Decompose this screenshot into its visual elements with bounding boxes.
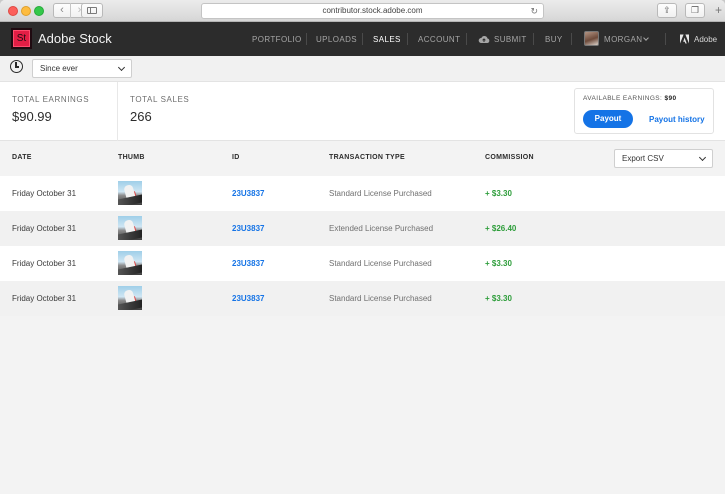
nav-submit[interactable]: SUBMIT [494,35,527,44]
row-id-link[interactable]: 23U3837 [232,294,264,303]
row-commission: + $3.30 [485,294,512,303]
payout-button[interactable]: Payout [583,110,633,128]
total-sales-value: 266 [130,109,152,124]
sidebar-toggle-button[interactable] [81,3,103,18]
date-range-value: Since ever [40,64,78,73]
total-earnings-value: $90.99 [12,109,52,124]
row-transaction-type: Standard License Purchased [329,259,432,268]
row-date: Friday October 31 [12,224,77,233]
nav-divider [306,33,307,45]
available-earnings: AVAILABLE EARNINGS: $90 [583,95,677,102]
table-row: Friday October 31 23U3837 Standard Licen… [0,176,725,211]
filter-bar: Since ever [0,56,725,81]
column-date[interactable]: DATE [12,154,32,161]
row-transaction-type: Extended License Purchased [329,224,434,233]
table-row: Friday October 31 23U3837 Standard Licen… [0,246,725,281]
tabs-icon: ❐ [690,5,700,15]
total-sales: TOTAL SALES 266 [130,95,189,124]
nav-divider [362,33,363,45]
row-id-link[interactable]: 23U3837 [232,189,264,198]
row-id-link[interactable]: 23U3837 [232,259,264,268]
nav-buy[interactable]: BUY [545,35,563,44]
column-commission[interactable]: COMMISSION [485,154,534,161]
nav-uploads[interactable]: UPLOADS [316,35,357,44]
adobe-logo-icon [680,34,689,44]
column-transaction-type[interactable]: TRANSACTION TYPE [329,154,405,161]
thumbnail-image[interactable] [118,251,142,275]
earnings-summary: TOTAL EARNINGS $90.99 TOTAL SALES 266 AV… [0,81,725,141]
row-commission: + $3.30 [485,259,512,268]
total-earnings: TOTAL EARNINGS $90.99 [12,95,89,124]
sidebar-icon [87,7,97,14]
summary-divider [117,82,118,141]
tabs-overview-button[interactable]: ❐ [685,3,705,18]
row-commission: + $26.40 [485,224,517,233]
export-csv-select[interactable]: Export CSV [614,149,713,168]
available-earnings-panel: AVAILABLE EARNINGS: $90 Payout Payout hi… [574,88,714,134]
row-transaction-type: Standard License Purchased [329,294,432,303]
payout-history-link[interactable]: Payout history [649,115,705,124]
back-icon[interactable]: ‹ [54,3,71,18]
available-earnings-value: $90 [664,95,677,102]
share-icon: ⇪ [663,5,671,15]
empty-area [0,316,725,494]
table-header: DATE THUMB ID TRANSACTION TYPE COMMISSIO… [0,142,725,176]
nav-account[interactable]: ACCOUNT [418,35,460,44]
reload-icon[interactable]: ↻ [530,4,538,18]
top-nav: PORTFOLIO UPLOADS SALES ACCOUNT SUBMIT B… [0,22,725,56]
row-date: Friday October 31 [12,294,77,303]
url-text: contributor.stock.adobe.com [322,6,423,15]
row-id-link[interactable]: 23U3837 [232,224,264,233]
browser-window: ‹ › contributor.stock.adobe.com ↻ ⇪ ❐ + … [0,0,725,494]
address-bar[interactable]: contributor.stock.adobe.com ↻ [201,3,544,19]
nav-divider [407,33,408,45]
chevron-down-icon [643,35,649,41]
browser-titlebar: ‹ › contributor.stock.adobe.com ↻ ⇪ ❐ + [0,0,725,22]
available-earnings-label: AVAILABLE EARNINGS: [583,95,663,102]
date-range-select[interactable]: Since ever [32,59,132,78]
adobe-brand[interactable]: Adobe [694,35,717,44]
row-commission: + $3.30 [485,189,512,198]
total-earnings-label: TOTAL EARNINGS [12,95,90,104]
row-transaction-type: Standard License Purchased [329,189,432,198]
column-thumb: THUMB [118,154,145,161]
nav-sales[interactable]: SALES [373,35,401,44]
minimize-window-button[interactable] [21,6,31,16]
thumbnail-image[interactable] [118,181,142,205]
column-id[interactable]: ID [232,154,240,161]
export-csv-label: Export CSV [622,154,664,163]
share-button[interactable]: ⇪ [657,3,677,18]
app-header: St Adobe Stock PORTFOLIO UPLOADS SALES A… [0,22,725,56]
avatar[interactable] [584,31,599,46]
row-date: Friday October 31 [12,259,77,268]
user-menu[interactable]: MORGAN [604,35,642,44]
total-sales-label: TOTAL SALES [130,95,190,104]
clock-icon [10,60,23,73]
new-tab-icon[interactable]: + [715,3,722,17]
thumbnail-image[interactable] [118,216,142,240]
zoom-window-button[interactable] [34,6,44,16]
chevron-down-icon [698,153,707,162]
nav-portfolio[interactable]: PORTFOLIO [252,35,302,44]
nav-divider [665,33,666,45]
nav-divider [466,33,467,45]
row-date: Friday October 31 [12,189,77,198]
chevron-down-icon [117,63,126,72]
nav-divider [533,33,534,45]
close-window-button[interactable] [8,6,18,16]
cloud-upload-icon [478,35,490,43]
nav-divider [571,33,572,45]
table-row: Friday October 31 23U3837 Extended Licen… [0,211,725,246]
table-row: Friday October 31 23U3837 Standard Licen… [0,281,725,316]
thumbnail-image[interactable] [118,286,142,310]
